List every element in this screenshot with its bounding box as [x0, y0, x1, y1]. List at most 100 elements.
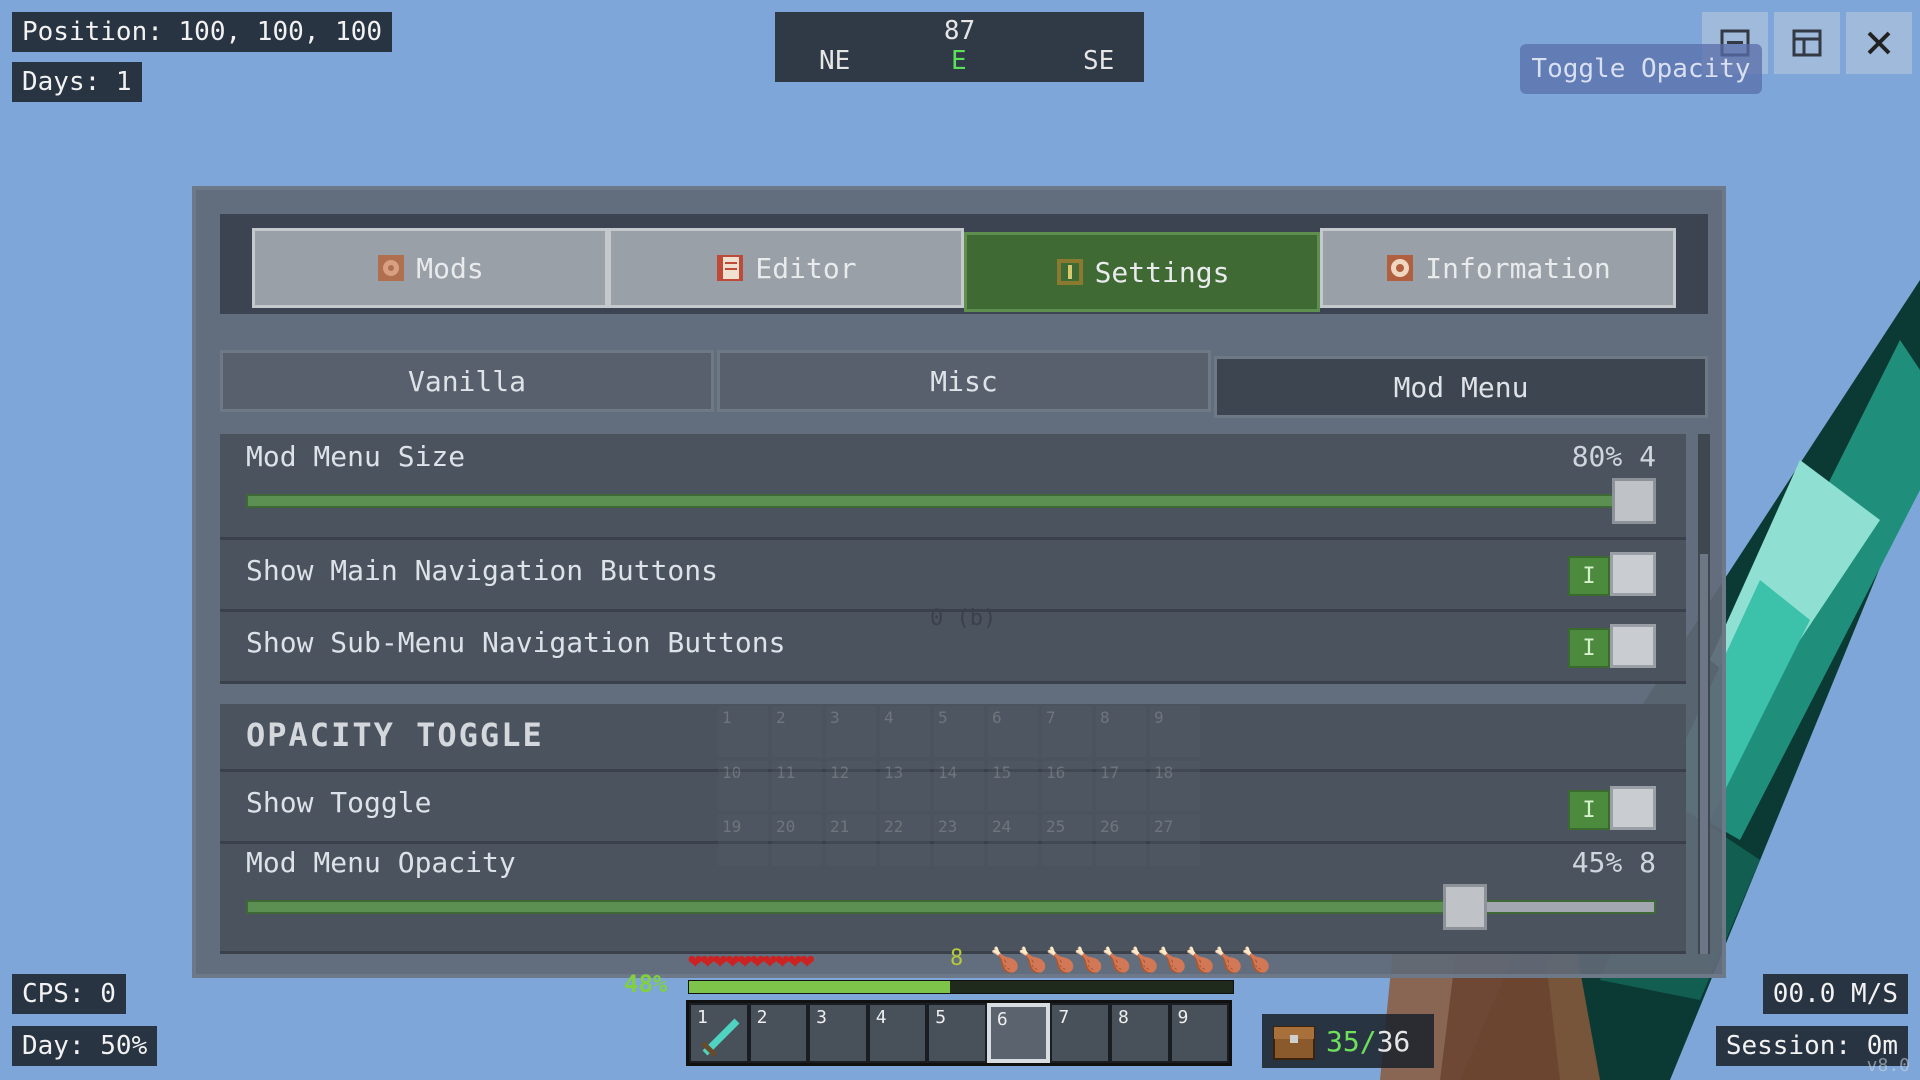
- tab-mods-label: Mods: [416, 251, 484, 285]
- ghost-slot: 6: [988, 706, 1038, 757]
- inventory-ghost-grid: 1 2 3 4 5 6 7 8 9 10 11 12 13 14 15 16 17 18 19 20 21 22 23 24 2…: [718, 706, 1200, 866]
- ghost-slot: 5: [934, 706, 984, 757]
- hotbar-slot[interactable]: 5: [927, 1003, 987, 1063]
- position-readout: Position: 100, 100, 100: [12, 12, 393, 52]
- ghost-slot: 25: [1042, 815, 1092, 866]
- information-icon: [1387, 255, 1414, 281]
- tab-editor[interactable]: Editor: [608, 228, 964, 308]
- tab-information[interactable]: Information: [1320, 228, 1676, 308]
- compass-center: E: [951, 46, 967, 76]
- hotbar-slot[interactable]: 8: [1109, 1003, 1170, 1063]
- tab-information-label: Information: [1425, 251, 1611, 285]
- ghost-slot: 10: [718, 760, 768, 812]
- compass: 87 NE E SE: [775, 12, 1144, 82]
- hotbar-slot-number: 2: [756, 1007, 768, 1028]
- days-readout: Days: 1: [12, 62, 142, 102]
- sub-nav-toggle[interactable]: I: [1568, 624, 1656, 668]
- hotbar-slot[interactable]: 3: [808, 1003, 868, 1063]
- ghost-slot: 17: [1096, 760, 1146, 812]
- tab-mods[interactable]: Mods: [252, 228, 608, 308]
- ghost-slot: 19: [718, 815, 768, 866]
- hotbar: 12 3 4 5 6 7 8 9: [686, 1000, 1232, 1066]
- diamond-sword-icon: [701, 1018, 740, 1057]
- subtab-misc[interactable]: Misc: [717, 350, 1211, 412]
- show-toggle-label: Show Toggle: [246, 786, 432, 819]
- menu-opacity-label: Mod Menu Opacity: [246, 846, 516, 879]
- toggle-on-indicator: I: [1568, 790, 1610, 830]
- scrollbar-thumb[interactable]: [1700, 554, 1708, 954]
- armor-value: 8: [950, 946, 964, 971]
- settings-scrollbar[interactable]: [1698, 434, 1710, 954]
- setting-main-nav: Show Main Navigation Buttons I: [220, 540, 1686, 612]
- compass-heading: 87: [943, 16, 976, 46]
- close-icon: [1867, 31, 1891, 55]
- xp-fill: [689, 981, 951, 993]
- hotbar-slot[interactable]: 9: [1169, 1003, 1230, 1063]
- subtab-vanilla[interactable]: Vanilla: [220, 350, 714, 412]
- compass-right: SE: [1083, 46, 1115, 76]
- health-hearts: ❤❤❤❤❤❤❤❤❤❤: [688, 946, 814, 974]
- hotbar-slot[interactable]: 6: [986, 1003, 1051, 1063]
- inventory-count: 35/36: [1262, 1014, 1434, 1068]
- xp-percent: 48%: [624, 970, 668, 998]
- hotbar-slot-number: 6: [996, 1009, 1008, 1030]
- tab-settings[interactable]: Settings: [964, 232, 1320, 312]
- tab-editor-label: Editor: [755, 251, 857, 285]
- compass-left: NE: [819, 46, 851, 76]
- ghost-slot: 9: [1150, 706, 1200, 757]
- slider-rest: [1485, 902, 1654, 912]
- main-nav-toggle[interactable]: I: [1568, 552, 1656, 596]
- menu-size-slider[interactable]: [246, 494, 1656, 508]
- ghost-slot: 1: [718, 706, 768, 757]
- hotbar-slot-number: 5: [935, 1007, 947, 1028]
- settings-icon: [1056, 259, 1083, 285]
- layout-icon: [1792, 29, 1822, 57]
- ghost-slot: 13: [880, 760, 930, 812]
- subtab-mod-menu[interactable]: Mod Menu: [1214, 356, 1708, 418]
- ghost-slot: 12: [826, 760, 876, 812]
- ghost-slot: 16: [1042, 760, 1092, 812]
- section-title: OPACITY TOGGLE: [246, 716, 544, 754]
- hotbar-slot[interactable]: 7: [1050, 1003, 1110, 1063]
- sub-navigation: Vanilla Misc Mod Menu: [220, 350, 1708, 418]
- ghost-slot: 21: [826, 815, 876, 866]
- editor-icon: [717, 255, 744, 281]
- menu-size-value: 80% 4: [1571, 440, 1656, 473]
- hotbar-slot[interactable]: 4: [867, 1003, 928, 1063]
- speed-readout: 00.0 M/S: [1762, 974, 1908, 1014]
- hotbar-slot-number: 9: [1177, 1007, 1189, 1028]
- hotbar-slot[interactable]: 1: [689, 1003, 749, 1063]
- ghost-slot: 22: [880, 815, 930, 866]
- close-window-button[interactable]: [1846, 12, 1912, 74]
- layout-window-button[interactable]: [1774, 12, 1840, 74]
- ghost-slot: 27: [1150, 815, 1200, 866]
- setting-menu-size: Mod Menu Size 80% 4: [220, 434, 1686, 540]
- ghost-slot: 14: [934, 760, 984, 812]
- ghost-slot: 23: [934, 815, 984, 866]
- ghost-slot: 18: [1150, 760, 1200, 812]
- ghost-slot: 24: [988, 815, 1038, 866]
- ghost-slot: 3: [826, 706, 876, 757]
- menu-opacity-slider-thumb[interactable]: [1442, 884, 1487, 930]
- ghost-slot: 20: [772, 815, 822, 866]
- toggle-on-indicator: I: [1568, 628, 1610, 668]
- ghost-slot: 26: [1096, 815, 1146, 866]
- hotbar-slot-number: 7: [1058, 1007, 1070, 1028]
- toggle-knob: [1610, 786, 1656, 830]
- show-toggle-switch[interactable]: I: [1568, 786, 1656, 830]
- hotbar-slot-number: 4: [875, 1007, 887, 1028]
- day-progress-readout: Day: 50%: [12, 1026, 158, 1066]
- menu-size-slider-thumb[interactable]: [1612, 478, 1656, 524]
- main-nav-label: Show Main Navigation Buttons: [246, 554, 719, 587]
- mods-icon: [378, 255, 405, 281]
- hunger-bar: 🍗🍗🍗🍗🍗🍗🍗🍗🍗🍗: [990, 946, 1271, 974]
- toggle-opacity-button[interactable]: Toggle Opacity: [1520, 44, 1762, 94]
- main-navigation: Mods Editor Settings Information: [220, 214, 1708, 314]
- toggle-on-indicator: I: [1568, 556, 1610, 596]
- ghost-slot: 2: [772, 706, 822, 757]
- ghost-slot: 7: [1042, 706, 1092, 757]
- ghost-text: 0 (b): [930, 606, 997, 631]
- hotbar-slot[interactable]: 2: [748, 1003, 809, 1063]
- menu-opacity-value: 45% 8: [1571, 846, 1656, 879]
- chest-icon: [1273, 1026, 1315, 1060]
